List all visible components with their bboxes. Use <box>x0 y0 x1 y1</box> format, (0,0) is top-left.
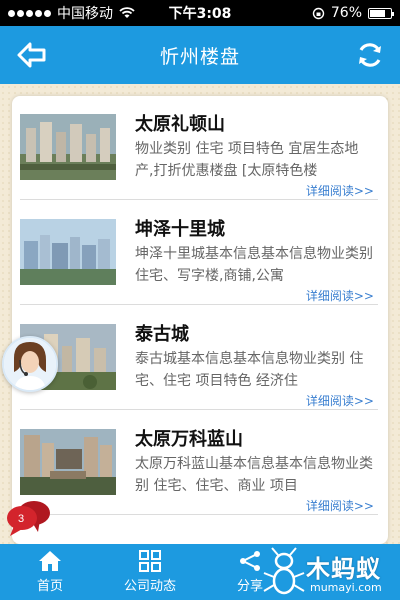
list-item[interactable]: 太原礼顿山 物业类别 住宅 项目特色 宜居生态地产,打折优惠楼盘 [太原特色楼 … <box>20 96 378 200</box>
property-thumbnail <box>20 429 116 495</box>
tab-home[interactable]: 首页 <box>0 544 100 600</box>
tab-company-news[interactable]: 公司动态 <box>100 544 200 600</box>
back-arrow-icon[interactable] <box>16 40 48 70</box>
carrier-label: 中国移动 <box>57 6 113 22</box>
listing-description: 物业类别 住宅 项目特色 宜居生态地产,打折优惠楼盘 [太原特色楼 <box>135 141 359 179</box>
listing-title: 坤泽十里城 <box>135 219 225 240</box>
status-bar: 中国移动 下午3:08 76% <box>0 0 400 26</box>
watermark-text: 木蚂蚁 <box>306 555 381 583</box>
rotation-lock-icon <box>312 7 325 19</box>
agent-avatar-icon <box>4 338 56 390</box>
listing-card: 太原礼顿山 物业类别 住宅 项目特色 宜居生态地产,打折优惠楼盘 [太原特色楼 … <box>12 96 388 544</box>
listing-title: 太原礼顿山 <box>135 114 225 135</box>
listing-description: 泰古城基本信息基本信息物业类别 住宅、住宅 项目特色 经济住 <box>135 351 364 389</box>
status-left: 中国移动 <box>8 3 158 23</box>
list-item[interactable]: 太原万科蓝山 太原万科蓝山基本信息基本信息物业类别 住宅、住宅、商业 项目 详细… <box>20 411 378 515</box>
listing-title: 太原万科蓝山 <box>135 429 243 450</box>
tab-label: 分享 <box>236 579 263 594</box>
read-more-link[interactable]: 详细阅读>> <box>306 182 374 199</box>
home-icon <box>39 551 61 571</box>
nav-bar: 忻州楼盘 <box>0 26 400 84</box>
read-more-link[interactable]: 详细阅读>> <box>306 392 374 409</box>
watermark-url: mumayi.com <box>310 581 382 594</box>
page-title: 忻州楼盘 <box>159 45 240 68</box>
ant-logo-icon <box>263 547 305 595</box>
battery-percent: 76% <box>330 5 362 21</box>
property-thumbnail <box>20 219 116 285</box>
share-icon <box>240 551 260 571</box>
read-more-link[interactable]: 详细阅读>> <box>306 287 374 304</box>
list-item[interactable]: 坤泽十里城 坤泽十里城基本信息基本信息物业类别 住宅、写字楼,商铺,公寓 详细阅… <box>20 201 378 305</box>
refresh-icon[interactable] <box>354 39 386 71</box>
listing-description: 太原万科蓝山基本信息基本信息物业类别 住宅、住宅、商业 项目 <box>135 456 373 494</box>
read-more-link[interactable]: 详细阅读>> <box>306 497 374 514</box>
signal-strength-icon <box>8 9 51 17</box>
tab-label: 公司动态 <box>123 579 176 594</box>
chat-bubble-icon[interactable]: 3 <box>4 498 52 538</box>
chat-badge-count: 3 <box>18 513 24 525</box>
status-time: 下午3:08 <box>168 6 232 22</box>
tab-label: 首页 <box>36 579 63 594</box>
listing-title: 泰古城 <box>135 324 189 345</box>
customer-service-avatar[interactable] <box>2 336 58 392</box>
wifi-icon <box>119 7 135 18</box>
grid-icon <box>139 550 161 572</box>
listing-description: 坤泽十里城基本信息基本信息物业类别 住宅、写字楼,商铺,公寓 <box>135 246 373 284</box>
battery-icon <box>368 7 394 19</box>
watermark: 木蚂蚁 mumayi.com <box>262 545 398 599</box>
status-right: 76% <box>242 5 394 21</box>
property-thumbnail <box>20 114 116 180</box>
list-item[interactable]: 泰古城 泰古城基本信息基本信息物业类别 住宅、住宅 项目特色 经济住 详细阅读>… <box>20 306 378 410</box>
